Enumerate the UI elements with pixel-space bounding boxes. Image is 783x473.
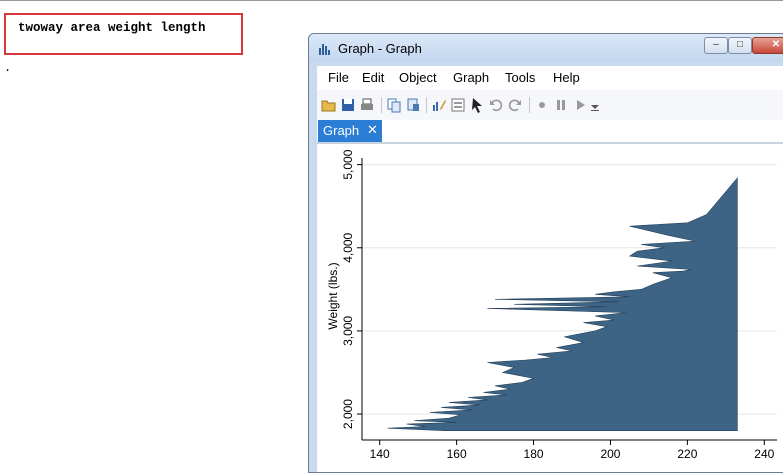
tab-close-icon[interactable]: ✕: [367, 122, 378, 138]
title-bar[interactable]: Graph - Graph – □ ✕: [309, 34, 783, 62]
save-icon[interactable]: [340, 97, 356, 113]
paste-icon[interactable]: [405, 97, 421, 113]
graph-window: Graph - Graph – □ ✕ File Edit Object Gra…: [308, 33, 783, 473]
x-tick-label: 140: [370, 447, 390, 461]
toolbar-separator: [381, 97, 382, 113]
command-prompt-dot: .: [4, 61, 12, 75]
menu-file[interactable]: File: [328, 70, 349, 85]
window-title: Graph - Graph: [338, 41, 422, 56]
open-icon[interactable]: [321, 97, 337, 113]
x-tick-label: 200: [600, 447, 620, 461]
x-tick-label: 240: [754, 447, 774, 461]
x-tick-label: 160: [447, 447, 467, 461]
copy-icon[interactable]: [386, 97, 402, 113]
pointer-icon[interactable]: [469, 97, 485, 113]
y-tick-label: 5,000: [341, 149, 355, 179]
command-highlight-box: twoway area weight length: [4, 13, 243, 55]
toolbar-separator: [529, 97, 530, 113]
close-button[interactable]: ✕: [752, 37, 783, 54]
area-chart: 2,000 3,000 4,000 5,000 Weight (lbs.) 140 160 1…: [326, 149, 777, 461]
toolbar-separator: [426, 97, 427, 113]
y-tick-label: 2,000: [341, 399, 355, 429]
y-tick-label: 4,000: [341, 232, 355, 262]
menu-bar: File Edit Object Graph Tools Help: [317, 66, 783, 90]
record-icon[interactable]: [534, 97, 550, 113]
more-icon[interactable]: [587, 97, 603, 113]
x-tick-label: 220: [677, 447, 697, 461]
menu-edit[interactable]: Edit: [362, 70, 384, 85]
top-border: [0, 0, 783, 1]
minimize-button[interactable]: –: [704, 37, 728, 54]
pause-icon[interactable]: [553, 97, 569, 113]
menu-object[interactable]: Object: [399, 70, 437, 85]
command-text: twoway area weight length: [18, 21, 206, 35]
y-tick-label: 3,000: [341, 316, 355, 346]
tab-graph[interactable]: Graph ✕: [318, 120, 382, 142]
graph-canvas: 2,000 3,000 4,000 5,000 Weight (lbs.) 140 160 1…: [317, 142, 783, 472]
menu-graph[interactable]: Graph: [453, 70, 489, 85]
graph-editor-icon[interactable]: [431, 97, 447, 113]
play-icon[interactable]: [572, 97, 588, 113]
x-tick-label: 180: [524, 447, 544, 461]
toolbar: [317, 90, 783, 120]
print-icon[interactable]: [359, 97, 375, 113]
redo-icon[interactable]: [507, 97, 523, 113]
tab-strip: Graph ✕: [317, 120, 783, 142]
maximize-button[interactable]: □: [728, 37, 752, 54]
menu-help[interactable]: Help: [553, 70, 580, 85]
graph-app-icon: [319, 44, 330, 55]
undo-icon[interactable]: [488, 97, 504, 113]
properties-icon[interactable]: [450, 97, 466, 113]
y-axis-title: Weight (lbs.): [326, 262, 340, 329]
tab-graph-label: Graph: [323, 123, 360, 138]
menu-tools[interactable]: Tools: [505, 70, 535, 85]
